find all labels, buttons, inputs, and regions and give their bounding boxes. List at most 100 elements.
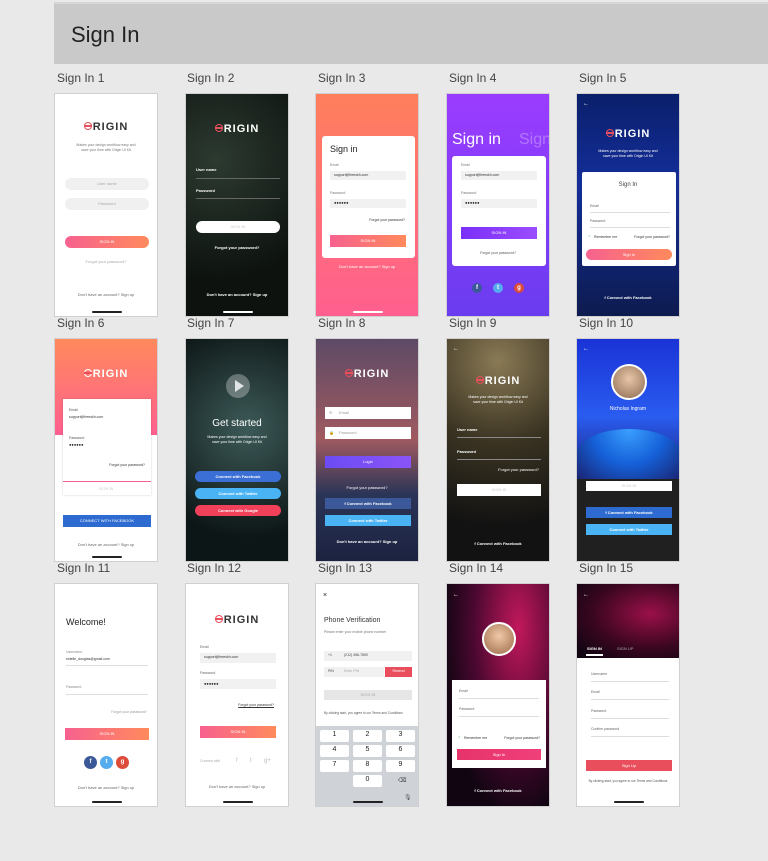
email-input[interactable]: support@freeskh.com	[461, 171, 537, 180]
email-input[interactable]	[590, 212, 670, 213]
forgot-password-link[interactable]: Forgot your password?	[55, 260, 157, 264]
sign-in-button[interactable]: SIGN IN	[65, 236, 149, 248]
screen-sign-in-4[interactable]: Sign in Sign in Email support@freeskh.co…	[446, 93, 550, 317]
screen-sign-in-6[interactable]: RIGIN Email support@freeskh.com Password…	[54, 338, 158, 562]
facebook-button[interactable]: Connect with Facebook	[195, 471, 281, 482]
password-input[interactable]: Password	[65, 198, 149, 210]
phone-input[interactable]: +1 (212) 456-7890	[324, 651, 412, 661]
key-6[interactable]: 6	[386, 745, 415, 757]
remember-checkbox[interactable]: ✓	[458, 735, 461, 740]
sign-in-button[interactable]: SIGN IN	[200, 726, 276, 738]
email-input[interactable]: ✉ Email	[325, 407, 411, 419]
password-input[interactable]	[66, 694, 148, 695]
username-input[interactable]: User name	[65, 178, 149, 190]
pin-input[interactable]: PIN Enter PIN	[324, 667, 384, 677]
remember-checkbox[interactable]: ✓	[588, 234, 591, 239]
forgot-password-link[interactable]: Forgot your password?	[504, 736, 540, 741]
close-icon[interactable]: ×	[323, 592, 327, 599]
screen-sign-in-15[interactable]: ← SIGN IN SIGN UP Username Email Passwor…	[576, 583, 680, 807]
back-arrow-icon[interactable]: ←	[453, 346, 459, 352]
password-input[interactable]: 🔒 Password	[325, 427, 411, 439]
login-button[interactable]: Login	[325, 456, 411, 468]
resend-button[interactable]: Resend	[385, 667, 412, 677]
sign-in-button[interactable]: SIGN IN	[324, 690, 412, 700]
screen-sign-in-1[interactable]: RIGIN Makes your design workflow easy an…	[54, 93, 158, 317]
email-input[interactable]: support@freeskh.com	[330, 171, 406, 180]
forgot-password-link[interactable]: Forgot your password?	[316, 486, 418, 490]
facebook-icon[interactable]: f	[84, 756, 97, 769]
facebook-icon[interactable]: f	[236, 758, 238, 764]
sign-in-button[interactable]: Sign In	[586, 249, 672, 260]
twitter-button[interactable]: Connect with Twitter	[586, 524, 672, 535]
password-input[interactable]	[590, 227, 670, 228]
sign-in-button[interactable]: Sign In	[457, 749, 541, 760]
twitter-button[interactable]: Connect with Twitter	[195, 488, 281, 499]
sign-in-button[interactable]: SIGN IN	[65, 728, 149, 740]
key-4[interactable]: 4	[320, 745, 349, 757]
forgot-password-link[interactable]: Forgot your password?	[634, 235, 670, 240]
play-icon[interactable]	[226, 374, 250, 398]
key-1[interactable]: 1	[320, 730, 349, 742]
screen-sign-in-9[interactable]: ← RIGIN Makes your design workflow easy …	[446, 338, 550, 562]
confirm-password-input[interactable]	[591, 736, 669, 737]
password-input[interactable]	[457, 459, 541, 460]
sign-in-button[interactable]: SIGN IN	[457, 484, 541, 496]
key-3[interactable]: 3	[386, 730, 415, 742]
connect-facebook-link[interactable]: f Connect with Facebook	[447, 542, 549, 546]
sign-in-button[interactable]: SIGN IN	[196, 221, 280, 233]
email-input[interactable]: support@freeskh.com	[69, 415, 103, 420]
forgot-password-link[interactable]: Forgot your password?	[186, 246, 288, 250]
password-input[interactable]: ●●●●●●	[330, 199, 406, 208]
facebook-icon[interactable]: f	[472, 283, 482, 293]
google-button[interactable]: Connect with Google	[195, 505, 281, 516]
username-input[interactable]	[196, 178, 280, 179]
username-input[interactable]	[457, 437, 541, 438]
sign-in-button[interactable]: SIGN IN	[461, 227, 537, 239]
password-input[interactable]	[591, 718, 669, 719]
forgot-password-link[interactable]: Forgot your password?	[111, 710, 147, 715]
facebook-button[interactable]: f Connect with Facebook	[325, 498, 411, 509]
key-9[interactable]: 9	[386, 760, 415, 772]
screen-sign-in-11[interactable]: Welcome! Username estelle_douglas@gmail.…	[54, 583, 158, 807]
password-input[interactable]	[459, 716, 539, 717]
twitter-icon[interactable]: t	[493, 283, 503, 293]
password-input[interactable]: ●●●●●●	[69, 443, 84, 447]
signup-link[interactable]: Don't have an account? Sign up	[316, 540, 418, 544]
screen-sign-in-14[interactable]: ← Email Password ✓ Remember me Forgot yo…	[446, 583, 550, 807]
signup-link[interactable]: Don't have an account? Sign up	[55, 786, 157, 790]
key-8[interactable]: 8	[353, 760, 382, 772]
username-input[interactable]	[591, 681, 669, 682]
sign-in-button[interactable]: SIGN IN	[55, 487, 157, 491]
password-input[interactable]: ●●●●●●	[461, 199, 537, 208]
back-arrow-icon[interactable]: ←	[583, 101, 589, 107]
back-arrow-icon[interactable]: ←	[453, 592, 459, 598]
facebook-button[interactable]: CONNECT WITH FACEBOOK	[63, 515, 151, 527]
screen-sign-in-7[interactable]: Get started Makes your design workflow e…	[185, 338, 289, 562]
signup-link[interactable]: Don't have an account? Sign up	[55, 543, 157, 547]
signup-link[interactable]: Don't have an account? Sign up	[186, 293, 288, 297]
screen-sign-in-3[interactable]: Sign in Email support@freeskh.com Passwo…	[315, 93, 419, 317]
tab-sign-in[interactable]: SIGN IN	[587, 647, 602, 651]
signup-link[interactable]: Don't have an account? Sign up	[55, 293, 157, 297]
username-input[interactable]: estelle_douglas@gmail.com	[66, 657, 110, 662]
backspace-icon[interactable]: ⌫	[398, 778, 406, 784]
forgot-password-link[interactable]: Forgot your password?	[447, 251, 549, 256]
signup-link[interactable]: Don't have an account? Sign up	[186, 785, 288, 789]
key-7[interactable]: 7	[320, 760, 349, 772]
screen-sign-in-8[interactable]: RIGIN ✉ Email 🔒 Password Login Forgot your…	[315, 338, 419, 562]
google-plus-icon[interactable]: g	[514, 283, 524, 293]
email-input[interactable]	[591, 699, 669, 700]
signup-link[interactable]: Don't have an account? Sign up	[316, 265, 418, 269]
screen-sign-in-13[interactable]: × Phone Verification Please enter your m…	[315, 583, 419, 807]
email-input[interactable]	[459, 698, 539, 699]
tab-sign-up[interactable]: SIGN UP	[617, 647, 633, 651]
twitter-icon[interactable]: t	[100, 756, 113, 769]
twitter-icon[interactable]: t	[250, 758, 252, 764]
key-0[interactable]: 0	[353, 775, 382, 787]
sign-up-button[interactable]: Sign Up	[586, 760, 672, 771]
terms-text[interactable]: By clicking start, you agree to our Term…	[577, 779, 679, 783]
password-input[interactable]	[196, 198, 280, 199]
forgot-password-link[interactable]: Forgot your password?	[109, 463, 145, 468]
connect-facebook-link[interactable]: f Connect with Facebook	[447, 789, 549, 793]
back-arrow-icon[interactable]: ←	[583, 592, 589, 598]
